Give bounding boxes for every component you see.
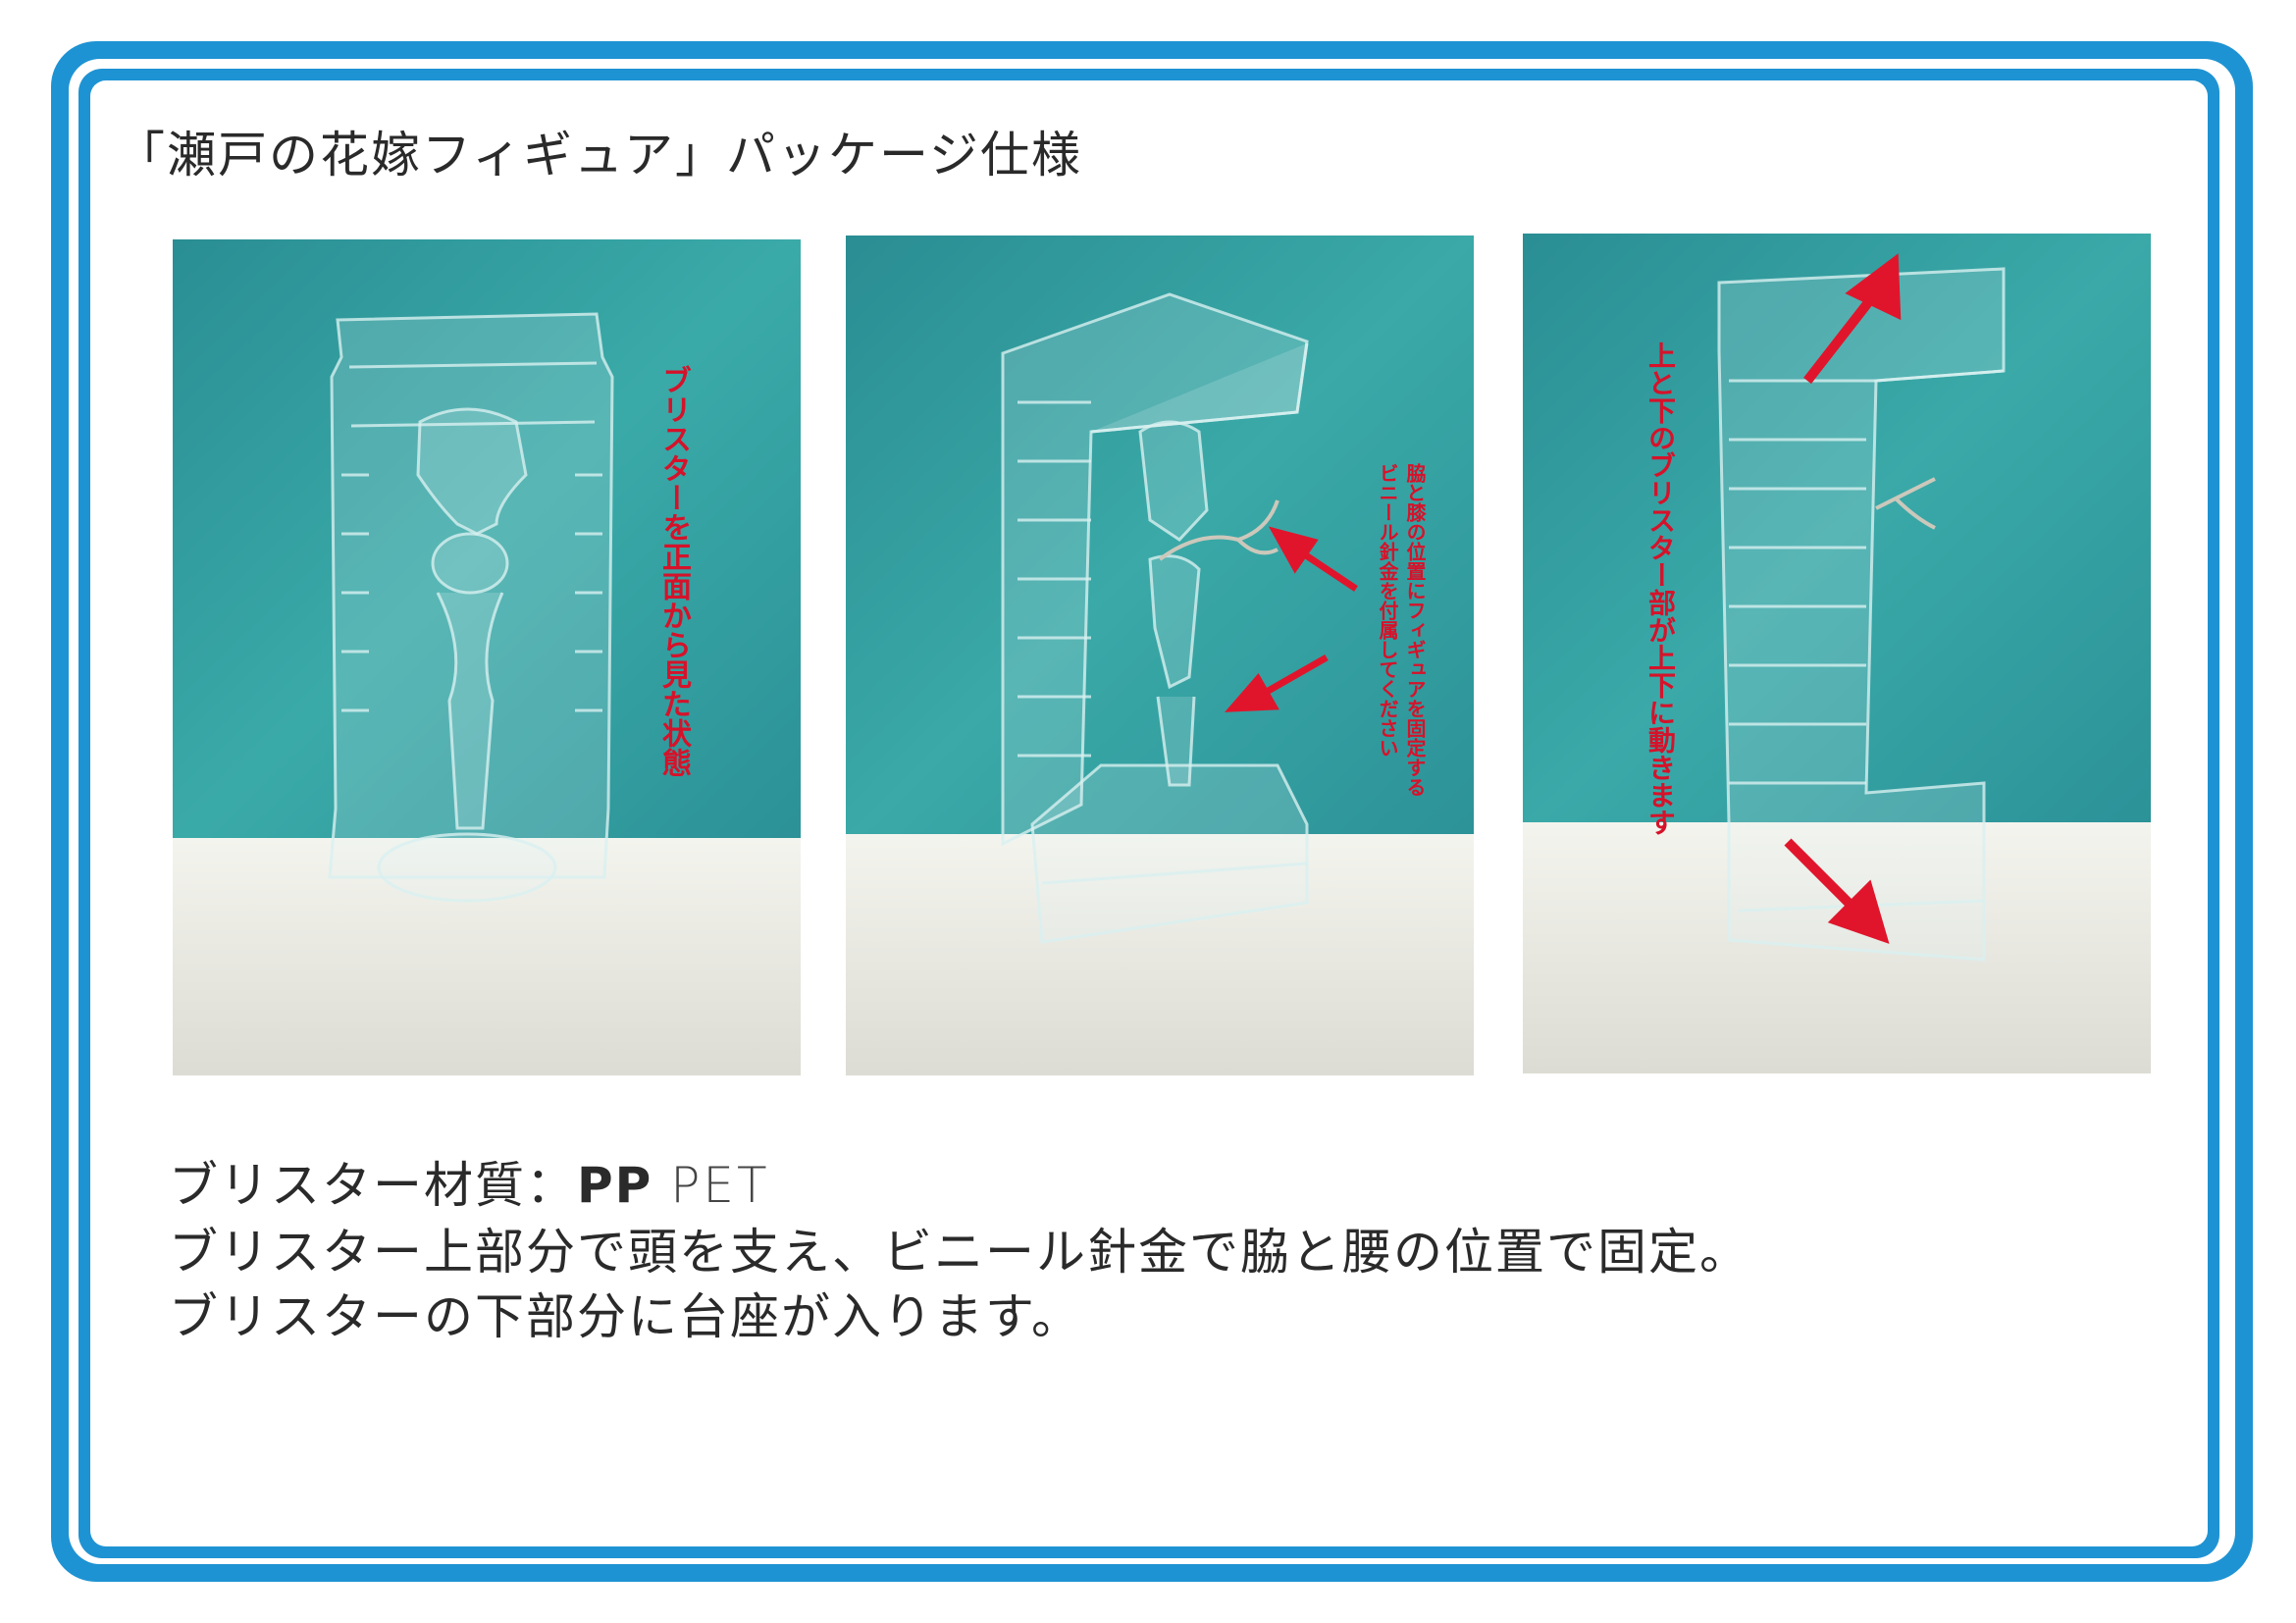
- movable-parts-label: 上と下のブリスター部が上下に動きます: [1644, 341, 1677, 836]
- spec-material-prefix: ブリスター材質：: [169, 1157, 577, 1214]
- wire-label-line1: 脇と膝の位置にフィギュアを固定する: [1403, 463, 1427, 797]
- front-view-label: ブリスターを正面から見た状態: [656, 365, 691, 777]
- wire-label-line2: ビニール針金を付属してください: [1376, 463, 1399, 758]
- photo-movable-parts: 上と下のブリスター部が上下に動きます: [1523, 234, 2151, 1073]
- spec-material-pp: PP: [577, 1157, 653, 1214]
- page-title: 「瀬戸の花嫁フィギュア」パッケージ仕様: [116, 127, 1082, 183]
- spec-fixing-method: ブリスター上部分で頭を支え、ビニール針金で脇と腰の位置で固定。: [169, 1224, 1750, 1281]
- spec-base-position: ブリスターの下部分に台座が入ります。: [169, 1288, 1082, 1345]
- photo-front-view: ブリスターを正面から見た状態: [173, 239, 801, 1075]
- spec-material-pet: PET: [670, 1157, 770, 1214]
- photo-side-view-wire: 脇と膝の位置にフィギュアを固定する ビニール針金を付属してください: [846, 236, 1474, 1075]
- spec-material: ブリスター材質：PP PET: [169, 1146, 770, 1217]
